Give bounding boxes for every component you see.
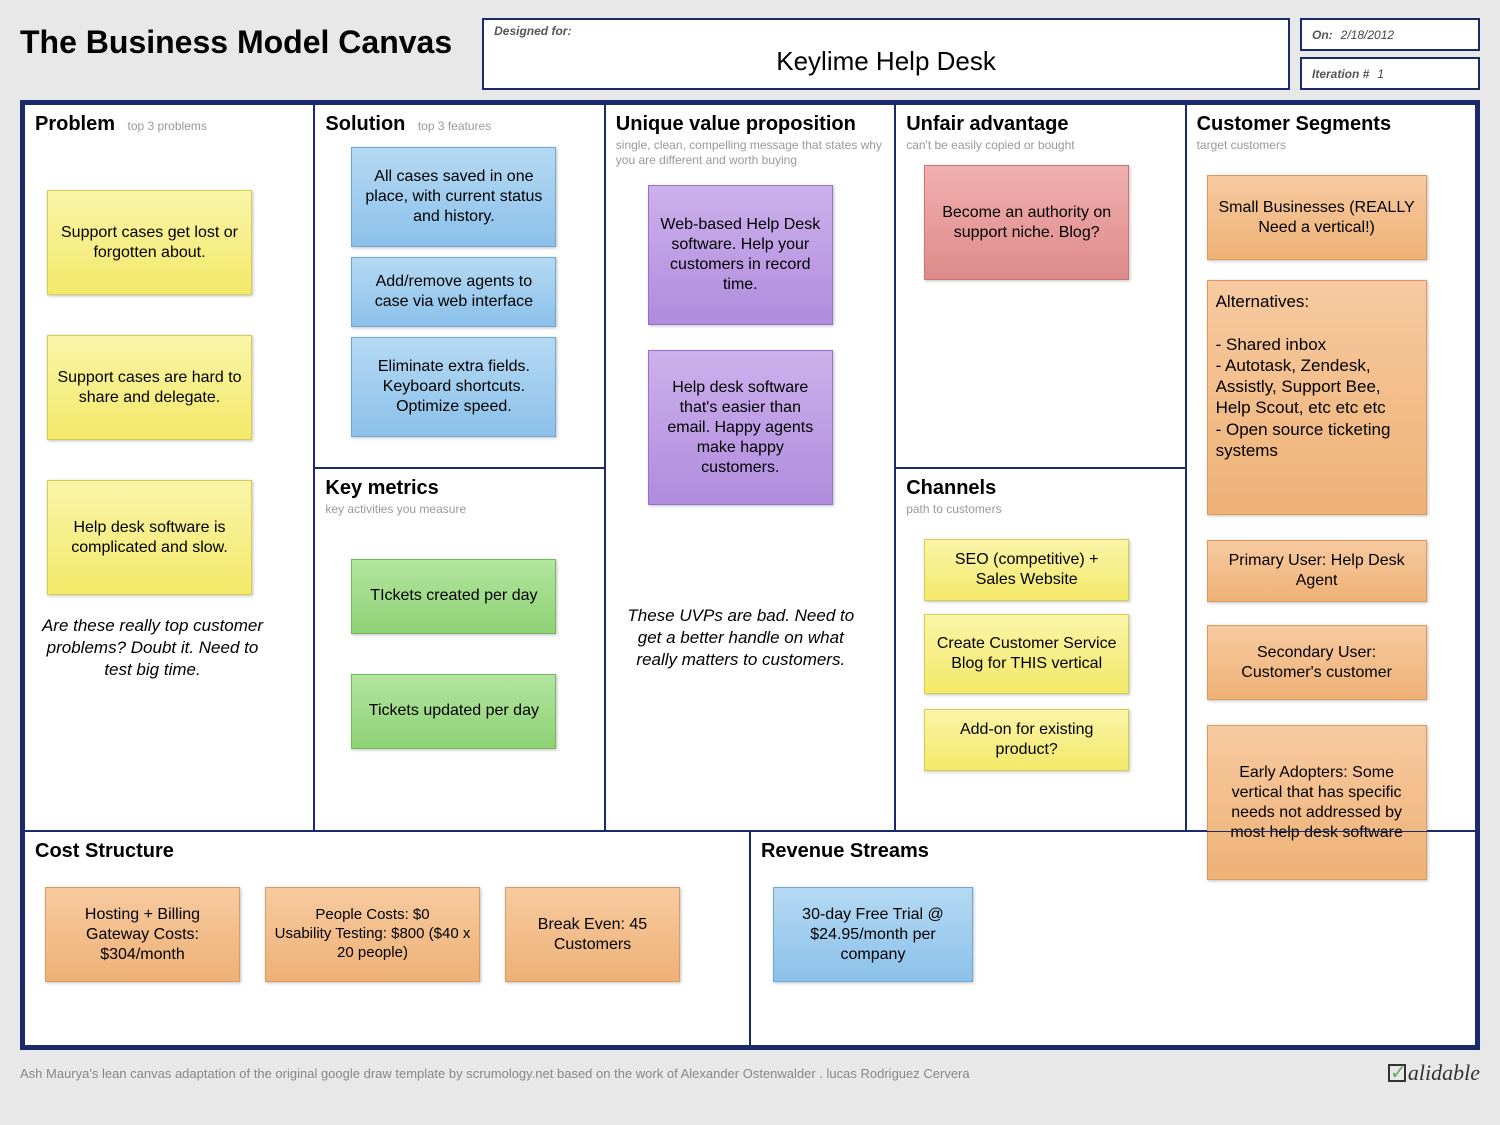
sticky-note[interactable]: Add-on for existing product? — [924, 709, 1129, 771]
sticky-note[interactable]: Break Even: 45 Customers — [505, 887, 680, 982]
section-subtitle: can't be easily copied or bought — [906, 138, 1174, 153]
footer: Ash Maurya's lean canvas adaptation of t… — [20, 1060, 1480, 1086]
section-title: Revenue Streams — [761, 840, 929, 862]
sticky-note[interactable]: People Costs: $0 Usability Testing: $800… — [265, 887, 480, 982]
section-title: Key metrics — [325, 477, 438, 499]
section-title: Problem — [35, 113, 115, 135]
sticky-note[interactable]: Become an authority on support niche. Bl… — [924, 165, 1129, 280]
on-box: On: 2/18/2012 — [1300, 18, 1480, 51]
section-metrics: Key metrics key activities you measure T… — [314, 468, 604, 832]
designed-for-box: Designed for: Keylime Help Desk — [482, 18, 1290, 90]
on-label: On: — [1312, 28, 1333, 42]
section-cost: Cost Structure Hosting + Billing Gateway… — [24, 831, 750, 1046]
sticky-note[interactable]: Create Customer Service Blog for THIS ve… — [924, 614, 1129, 694]
section-title: Solution — [325, 113, 405, 135]
checkbox-icon — [1388, 1064, 1406, 1082]
section-channels: Channels path to customers SEO (competit… — [895, 468, 1185, 832]
sticky-note[interactable]: All cases saved in one place, with curre… — [351, 147, 556, 247]
comment-text: Are these really top customer problems? … — [40, 615, 265, 681]
sticky-note[interactable]: Alternatives: - Shared inbox - Autotask,… — [1207, 280, 1427, 515]
section-subtitle: top 3 problems — [127, 119, 206, 133]
footer-credit: Ash Maurya's lean canvas adaptation of t… — [20, 1066, 970, 1081]
iteration-box: Iteration # 1 — [1300, 57, 1480, 90]
meta-boxes: On: 2/18/2012 Iteration # 1 — [1300, 18, 1480, 90]
sticky-note[interactable]: Support cases get lost or forgotten abou… — [47, 190, 252, 295]
section-title: Cost Structure — [35, 840, 174, 862]
section-subtitle: key activities you measure — [325, 502, 593, 517]
section-subtitle: path to customers — [906, 502, 1174, 517]
iteration-label: Iteration # — [1312, 67, 1369, 81]
on-value: 2/18/2012 — [1341, 28, 1394, 42]
sticky-note[interactable]: Hosting + Billing Gateway Costs: $304/mo… — [45, 887, 240, 982]
sticky-note[interactable]: SEO (competitive) + Sales Website — [924, 539, 1129, 601]
section-segments: Customer Segments target customers Small… — [1186, 104, 1476, 831]
page-title: The Business Model Canvas — [20, 18, 472, 61]
section-title: Unique value proposition — [616, 113, 856, 135]
section-uvp: Unique value proposition single, clean, … — [605, 104, 895, 831]
sticky-note[interactable]: Tickets updated per day — [351, 674, 556, 749]
sticky-note[interactable]: Add/remove agents to case via web interf… — [351, 257, 556, 327]
sticky-note[interactable]: Primary User: Help Desk Agent — [1207, 540, 1427, 602]
section-subtitle: target customers — [1197, 138, 1465, 153]
section-title: Customer Segments — [1197, 113, 1392, 135]
header: The Business Model Canvas Designed for: … — [20, 18, 1480, 90]
section-subtitle: single, clean, compelling message that s… — [616, 138, 884, 168]
section-problem: Problem top 3 problems Support cases get… — [24, 104, 314, 831]
sticky-note[interactable]: Secondary User: Customer's customer — [1207, 625, 1427, 700]
sticky-note[interactable]: Help desk software is complicated and sl… — [47, 480, 252, 595]
sticky-note[interactable]: Small Businesses (REALLY Need a vertical… — [1207, 175, 1427, 260]
section-subtitle: top 3 features — [418, 119, 491, 133]
designed-for-value: Keylime Help Desk — [494, 24, 1278, 77]
iteration-value: 1 — [1377, 67, 1384, 81]
sticky-note[interactable]: Help desk software that's easier than em… — [648, 350, 833, 505]
logo: alidable — [1388, 1060, 1480, 1086]
sticky-note[interactable]: Web-based Help Desk software. Help your … — [648, 185, 833, 325]
sticky-note[interactable]: Eliminate extra fields. Keyboard shortcu… — [351, 337, 556, 437]
comment-text: These UVPs are bad. Need to get a better… — [626, 605, 856, 671]
logo-text: alidable — [1408, 1060, 1480, 1086]
section-title: Channels — [906, 477, 996, 499]
designed-for-label: Designed for: — [494, 24, 571, 38]
sticky-note[interactable]: 30-day Free Trial @ $24.95/month per com… — [773, 887, 973, 982]
section-advantage: Unfair advantage can't be easily copied … — [895, 104, 1185, 468]
canvas: Problem top 3 problems Support cases get… — [20, 100, 1480, 1050]
section-solution: Solution top 3 features All cases saved … — [314, 104, 604, 468]
section-title: Unfair advantage — [906, 113, 1068, 135]
sticky-note[interactable]: TIckets created per day — [351, 559, 556, 634]
sticky-note[interactable]: Support cases are hard to share and dele… — [47, 335, 252, 440]
section-revenue: Revenue Streams 30-day Free Trial @ $24.… — [750, 831, 1476, 1046]
